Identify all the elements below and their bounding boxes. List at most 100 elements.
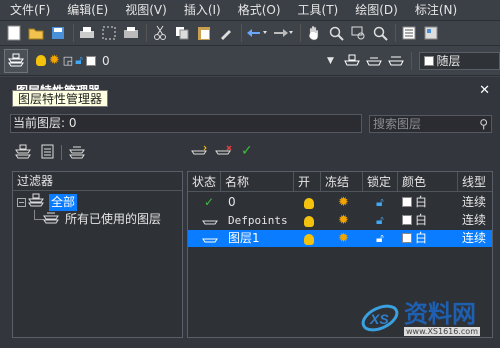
watermark-icon: XS	[361, 304, 399, 332]
open-folder-icon[interactable]	[26, 23, 46, 43]
watermark-url: www.XS1616.com	[404, 326, 480, 336]
layer-manager-icon[interactable]	[4, 48, 28, 73]
standard-toolbar	[0, 21, 500, 46]
table-row[interactable]: ✓ 0 ✹ 🔓︎ 白 连续	[188, 194, 492, 211]
current-layer-field: 当前图层: 0	[10, 114, 362, 133]
delete-layer-icon[interactable]	[215, 144, 233, 161]
layer-name[interactable]: Defpoints	[228, 212, 288, 229]
zoom-window-icon[interactable]	[348, 23, 368, 43]
layer-combo[interactable]: ✹ ◲ 🔓︎ 0 ▼	[35, 52, 334, 70]
freeze-sun-icon[interactable]: ✹	[338, 230, 349, 247]
filter-header-label: 过滤器	[17, 174, 54, 188]
unlock-icon[interactable]: 🔓︎	[376, 194, 384, 211]
search-input[interactable]: 搜索图层 ⚲	[369, 115, 492, 133]
menu-format[interactable]: 格式(O)	[228, 0, 288, 21]
paste-icon[interactable]	[194, 23, 214, 43]
filter-header: 过滤器	[13, 172, 182, 191]
chevron-down-icon: ▼	[326, 55, 334, 66]
layer-color[interactable]: 白	[402, 230, 427, 247]
menu-edit[interactable]: 编辑(E)	[57, 0, 115, 21]
layer-status-icon	[202, 213, 218, 230]
design-center-icon[interactable]	[421, 23, 441, 43]
set-current-icon[interactable]: ✓	[241, 143, 253, 159]
menu-bar: 文件(F) 编辑(E) 视图(V) 插入(I) 格式(O) 工具(T) 绘图(D…	[0, 0, 500, 21]
table-header: 状态 名称 开 冻结 锁定 颜色 线型	[188, 172, 492, 192]
color-swatch	[402, 233, 412, 243]
bulb-shape	[304, 234, 314, 245]
filter-tree-label: 全部	[49, 194, 78, 211]
column-header-lock[interactable]: 锁定	[363, 172, 398, 192]
layer-name[interactable]: 图层1	[228, 230, 260, 247]
unlock-icon[interactable]: 🔓︎	[376, 230, 384, 247]
new-group-filter-icon[interactable]	[39, 144, 57, 163]
print-preview-icon[interactable]	[99, 23, 119, 43]
layer-linetype[interactable]: 连续	[462, 230, 486, 247]
layer-previous-icon[interactable]	[364, 51, 384, 71]
cut-icon[interactable]	[150, 23, 170, 43]
undo-icon[interactable]	[245, 23, 269, 43]
pan-icon[interactable]	[304, 23, 324, 43]
freeze-sun-icon[interactable]: ✹	[338, 194, 349, 211]
plot-icon[interactable]	[121, 23, 141, 43]
menu-dimension[interactable]: 标注(N)	[405, 0, 464, 21]
print-icon[interactable]	[77, 23, 97, 43]
menu-insert[interactable]: 插入(I)	[174, 0, 228, 21]
layer-color[interactable]: 白	[402, 194, 427, 211]
search-placeholder: 搜索图层	[373, 117, 422, 131]
unlock-icon[interactable]: 🔓︎	[376, 212, 384, 229]
layer-states-icon[interactable]	[386, 51, 406, 71]
watermark-logo: XS 资料网 www.XS1616.com	[360, 292, 496, 344]
match-properties-icon[interactable]	[216, 23, 236, 43]
layer-toolbar: ✹ ◲ 🔓︎ 0 ▼ 随层	[0, 46, 500, 76]
menu-draw[interactable]: 绘图(D)	[345, 0, 405, 21]
column-header-color[interactable]: 颜色	[398, 172, 458, 192]
layer-color[interactable]: 白	[402, 212, 427, 229]
table-row[interactable]: Defpoints ✹ 🔓︎ 白 连续	[188, 212, 492, 229]
color-swatch	[402, 215, 412, 225]
states-manager-icon[interactable]	[68, 144, 86, 163]
on-bulb-icon[interactable]	[304, 233, 314, 250]
lock-icon: 🔓︎	[75, 53, 83, 67]
color-combo[interactable]: 随层	[418, 51, 500, 70]
layer-linetype[interactable]: 连续	[462, 212, 486, 229]
search-icon: ⚲	[479, 117, 488, 131]
menu-file[interactable]: 文件(F)	[0, 0, 57, 21]
color-name: 白	[415, 213, 428, 227]
filter-tree-item-used[interactable]: 所有已使用的图层	[43, 211, 161, 228]
tooltip: 图层特性管理器	[12, 90, 109, 107]
freeze-sun-icon[interactable]: ✹	[338, 212, 349, 229]
filter-sep	[61, 145, 62, 160]
table-row[interactable]: 图层1 ✹ 🔓︎ 白 连续	[188, 230, 492, 247]
toolbar-separator	[395, 24, 396, 42]
menu-view[interactable]: 视图(V)	[115, 0, 174, 21]
layer-linetype[interactable]: 连续	[462, 194, 486, 211]
save-icon[interactable]	[48, 23, 68, 43]
color-name: 白	[415, 231, 428, 245]
color-swatch	[402, 197, 412, 207]
on-bulb-icon	[35, 55, 46, 66]
column-header-linetype[interactable]: 线型	[458, 172, 492, 192]
zoom-previous-icon[interactable]	[370, 23, 390, 43]
toolbar-separator	[146, 24, 147, 42]
redo-icon[interactable]	[271, 23, 295, 43]
new-filter-icon[interactable]	[14, 144, 32, 163]
properties-icon[interactable]	[399, 23, 419, 43]
column-header-freeze[interactable]: 冻结	[321, 172, 363, 192]
collapse-icon[interactable]: −	[17, 198, 26, 207]
make-current-icon[interactable]	[342, 51, 362, 71]
column-header-name[interactable]: 名称	[221, 172, 294, 192]
column-header-status[interactable]: 状态	[188, 172, 221, 192]
zoom-realtime-icon[interactable]	[326, 23, 346, 43]
filter-tree-item-all[interactable]: − 全部	[17, 193, 78, 211]
toolbar-separator	[73, 24, 74, 42]
bulb-shape	[304, 216, 314, 227]
current-layer-name: 0	[101, 53, 110, 68]
column-header-on[interactable]: 开	[294, 172, 321, 192]
copy-icon[interactable]	[172, 23, 192, 43]
new-layer-icon[interactable]	[191, 144, 209, 161]
menu-tools[interactable]: 工具(T)	[288, 0, 346, 21]
new-file-icon[interactable]	[4, 23, 24, 43]
layer-name[interactable]: 0	[228, 194, 236, 211]
viewport-icon: ◲	[62, 54, 74, 67]
close-icon[interactable]: ✕	[479, 83, 490, 98]
